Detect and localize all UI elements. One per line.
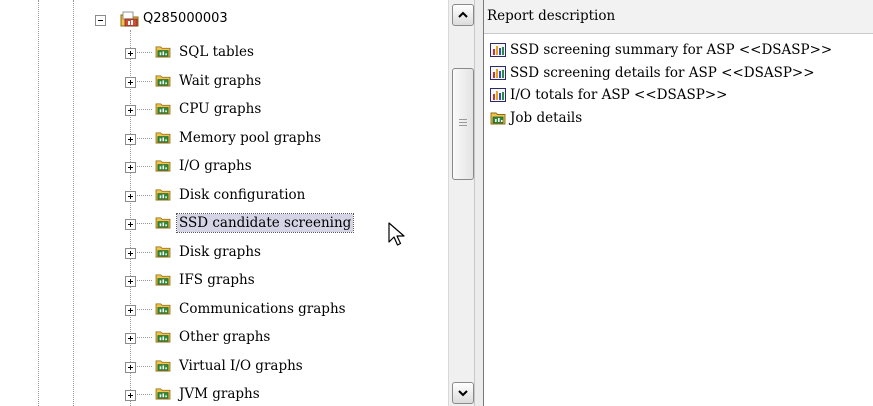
expand-icon[interactable] [125,248,136,259]
scroll-up-button[interactable] [452,4,474,26]
tree-node[interactable]: Other graphs [0,326,448,348]
expand-icon[interactable] [125,48,136,59]
tree-node-label: Disk configuration [179,187,306,203]
report-folder-icon [120,11,139,27]
column-header[interactable]: Report description [484,0,873,34]
chart-folder-icon [155,189,171,201]
tree-node[interactable]: Disk configuration [0,184,448,206]
tree-node[interactable]: Memory pool graphs [0,127,448,149]
tree-node-label: IFS graphs [179,272,255,288]
chart-folder-icon [155,303,171,315]
tree-node[interactable]: JVM graphs [0,383,448,405]
bar-chart-icon [490,43,506,57]
chart-folder-icon [155,75,171,87]
mouse-pointer-icon [388,222,405,246]
chevron-down-icon [458,390,468,397]
tree-node-root[interactable]: Q285000003 [0,8,448,30]
expand-icon[interactable] [125,390,136,401]
tree-node-label-selected: SSD candidate screening [175,213,355,233]
expand-icon[interactable] [125,276,136,287]
column-header-label: Report description [487,8,616,24]
tree-node[interactable]: SQL tables [0,41,448,63]
tree-node-label: JVM graphs [179,386,260,402]
tree-node-label: Virtual I/O graphs [179,358,303,374]
bar-chart-icon [490,88,506,102]
chart-folder-icon [155,46,171,58]
tree-node[interactable]: Virtual I/O graphs [0,355,448,377]
report-item-label: I/O totals for ASP <<DSASP>> [510,87,728,103]
expand-icon[interactable] [125,333,136,344]
tree-node[interactable]: I/O graphs [0,155,448,177]
tree-node-label: Disk graphs [179,244,261,260]
chart-folder-icon [155,103,171,115]
chart-folder-icon [155,360,171,372]
report-item-label: Job details [510,110,583,126]
tree-node[interactable]: IFS graphs [0,269,448,291]
expand-icon[interactable] [125,134,136,145]
chart-folder-icon [155,160,171,172]
report-item-label: SSD screening details for ASP <<DSASP>> [510,65,815,81]
expand-icon[interactable] [125,191,136,202]
expand-icon[interactable] [125,219,136,230]
tree-node[interactable]: Disk graphs [0,241,448,263]
thumb-grip [459,119,467,120]
tree-node[interactable]: SSD candidate screening [0,212,448,234]
tree-node[interactable]: CPU graphs [0,98,448,120]
thumb-grip [459,122,467,123]
folder-icon [490,112,506,125]
report-list-pane[interactable]: Report description SSD screening summary… [484,0,873,406]
chart-folder-icon [155,274,171,286]
tree-node-label: Communications graphs [179,301,346,317]
bar-chart-icon [490,66,506,80]
tree-node-label: I/O graphs [179,158,252,174]
report-item-label: SSD screening summary for ASP <<DSASP>> [510,42,833,58]
collapse-icon[interactable] [95,15,106,26]
expand-icon[interactable] [125,162,136,173]
tree-node-label: SQL tables [179,44,254,60]
navigation-tree[interactable]: Q285000003 SQL tables Wait graphs CPU grap… [0,0,448,406]
tree-node-label: Other graphs [179,329,271,345]
expand-icon[interactable] [125,305,136,316]
chevron-up-icon [458,11,468,18]
chart-folder-icon [155,246,171,258]
tree-scrollbar[interactable] [448,0,475,406]
chart-folder-icon [155,388,171,400]
scroll-thumb[interactable] [452,68,474,180]
expand-icon[interactable] [125,77,136,88]
expand-icon[interactable] [125,105,136,116]
chart-folder-icon [155,217,171,229]
chart-folder-icon [155,331,171,343]
chart-folder-icon [155,132,171,144]
tree-node[interactable]: Communications graphs [0,298,448,320]
tree-node-label: CPU graphs [179,101,262,117]
tree-node[interactable]: Wait graphs [0,70,448,92]
tree-node-label: Memory pool graphs [179,130,322,146]
pane-splitter[interactable] [474,0,484,406]
thumb-grip [459,125,467,126]
tree-node-label: Wait graphs [179,73,262,89]
tree-node-label: Q285000003 [143,11,228,26]
scroll-down-button[interactable] [452,382,474,404]
expand-icon[interactable] [125,362,136,373]
